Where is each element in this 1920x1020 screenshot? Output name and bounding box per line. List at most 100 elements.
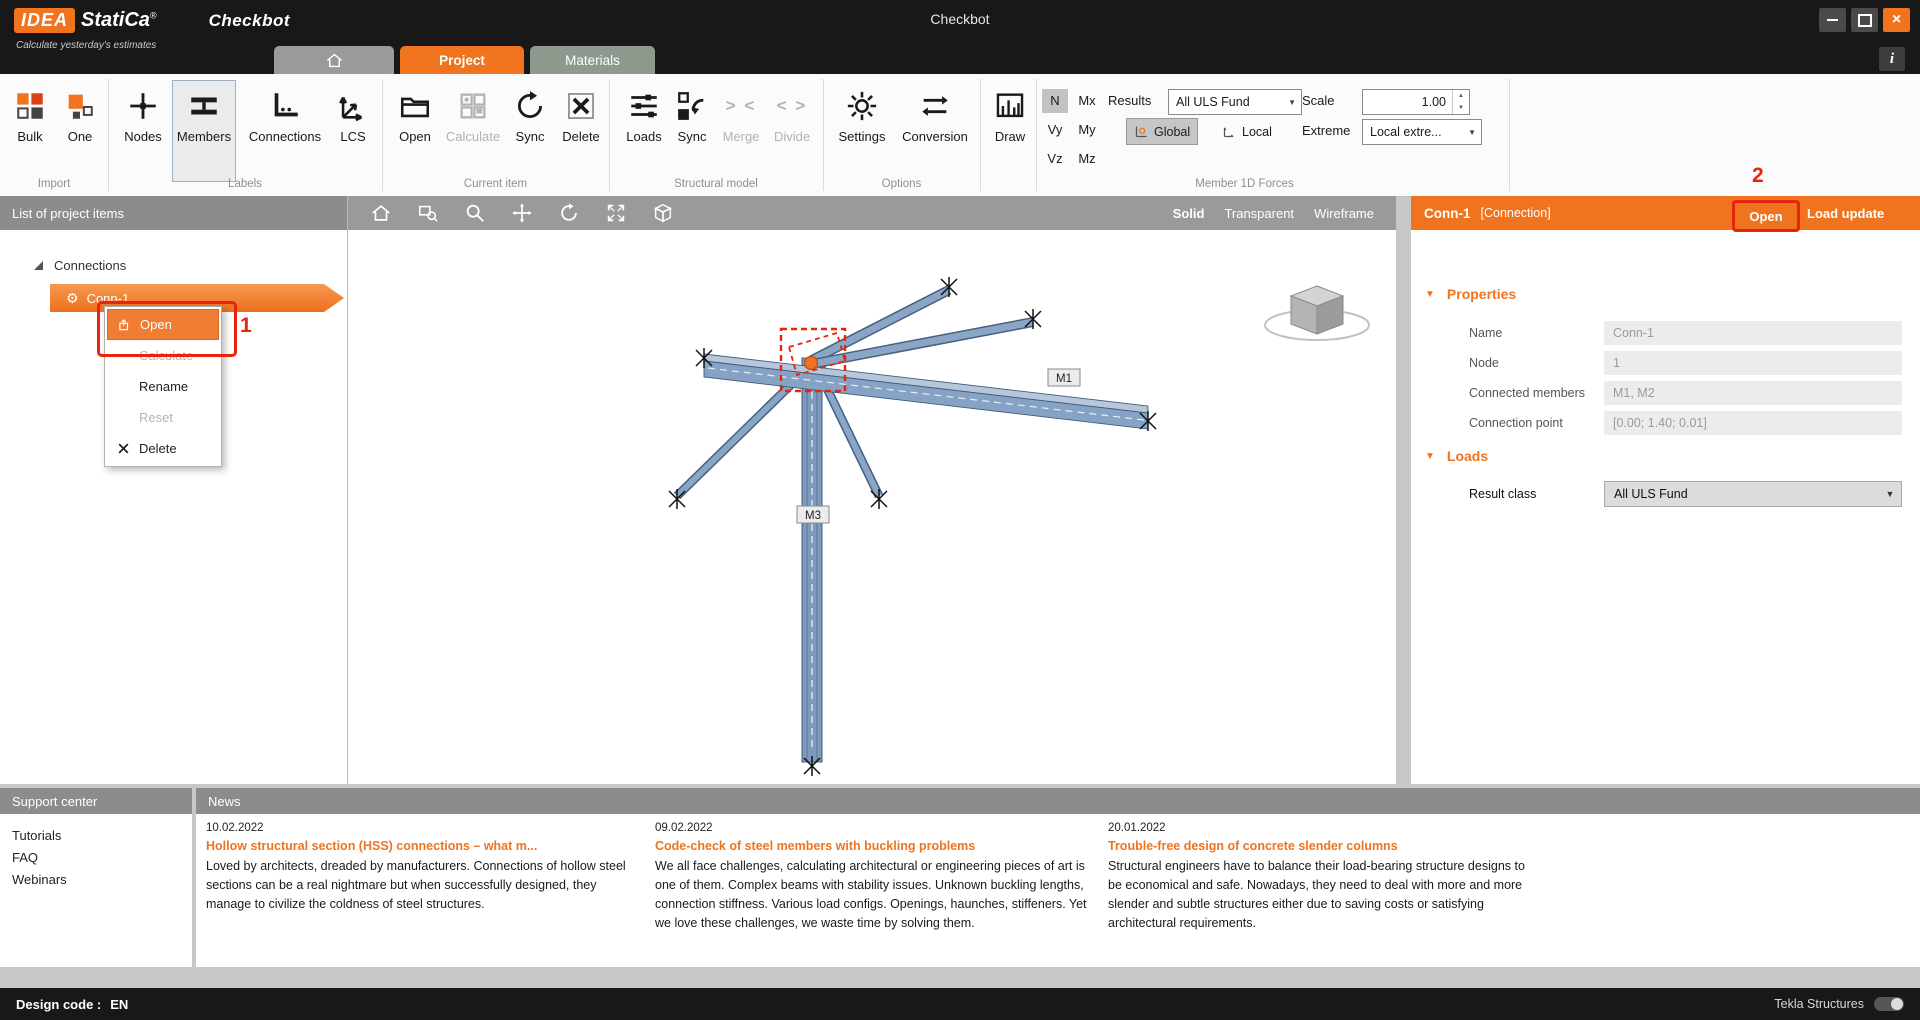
tab-project[interactable]: Project — [400, 46, 524, 74]
close-button[interactable]: × — [1883, 8, 1910, 32]
conversion-button[interactable]: Conversion — [896, 80, 974, 182]
beam-m1[interactable] — [704, 354, 1148, 429]
conversion-icon — [918, 89, 952, 123]
properties-section-header[interactable]: ▼ Properties — [1425, 286, 1516, 302]
loads-button[interactable]: Loads — [618, 80, 670, 182]
force-my-button[interactable]: My — [1072, 118, 1102, 142]
info-button[interactable]: i — [1879, 47, 1905, 71]
navigation-cube[interactable] — [1265, 286, 1369, 340]
collapse-icon[interactable]: ▼ — [1425, 451, 1435, 462]
delete-item-button[interactable]: Delete — [556, 80, 606, 182]
mode-solid[interactable]: Solid — [1173, 206, 1205, 221]
stepper-arrows[interactable]: ▲▼ — [1452, 90, 1469, 114]
callout-number-1: 1 — [240, 314, 252, 338]
bulk-import-button[interactable]: Bulk — [6, 80, 54, 182]
minimize-button[interactable] — [1819, 8, 1846, 32]
news-title[interactable]: Hollow structural section (HSS) connecti… — [206, 839, 638, 853]
stepper-up-icon[interactable]: ▲ — [1453, 90, 1469, 102]
force-mx-button[interactable]: Mx — [1072, 89, 1102, 113]
settings-button[interactable]: Settings — [832, 80, 892, 182]
link-webinars[interactable]: Webinars — [12, 872, 67, 887]
sync-item-button[interactable]: Sync — [506, 80, 554, 182]
mode-transparent[interactable]: Transparent — [1224, 206, 1294, 221]
registered-mark: ® — [150, 10, 157, 20]
lcs-toggle-button[interactable]: LCS — [330, 80, 376, 182]
force-vy-button[interactable]: Vy — [1042, 118, 1068, 142]
column-m3[interactable] — [802, 358, 822, 762]
extreme-label: Extreme — [1302, 119, 1350, 143]
context-menu-calculate-label: Calculate — [139, 348, 193, 363]
load-update-button[interactable]: Load update — [1807, 200, 1884, 226]
calculate-item-label: Calculate — [446, 130, 500, 144]
statusbar: Design code : EN Tekla Structures — [0, 988, 1920, 1020]
context-menu-rename[interactable]: Rename — [107, 371, 219, 402]
context-menu-delete[interactable]: Delete — [107, 433, 219, 464]
tree-expander-icon[interactable] — [34, 261, 43, 270]
group-label-structural-model: Structural model — [609, 174, 823, 194]
one-import-button[interactable]: One — [58, 80, 102, 182]
force-mz-button[interactable]: Mz — [1072, 147, 1102, 171]
zoom-window-icon[interactable] — [417, 202, 439, 224]
link-faq[interactable]: FAQ — [12, 850, 67, 865]
maximize-button[interactable] — [1851, 8, 1878, 32]
tekla-toggle[interactable] — [1874, 997, 1904, 1011]
nodes-label: Nodes — [124, 130, 162, 144]
stepper-down-icon[interactable]: ▼ — [1453, 102, 1469, 114]
extreme-dropdown[interactable]: Local extre... ▼ — [1362, 119, 1482, 145]
group-label-import: Import — [0, 174, 108, 194]
members-toggle-button[interactable]: Members — [172, 80, 236, 182]
local-button[interactable]: Local — [1214, 118, 1280, 145]
merge-icon: > < — [726, 89, 757, 123]
titlebar: IDEA StatiCa® Checkbot Calculate yesterd… — [0, 0, 1920, 74]
nodes-toggle-button[interactable]: Nodes — [118, 80, 168, 182]
product-name: Checkbot — [209, 11, 290, 31]
bulk-import-label: Bulk — [17, 130, 42, 144]
connected-members-label: Connected members — [1469, 381, 1585, 405]
solid-box-icon[interactable] — [652, 202, 674, 224]
tekla-structures-label: Tekla Structures — [1774, 997, 1864, 1011]
properties-section-label: Properties — [1447, 286, 1516, 302]
connection-node — [805, 357, 818, 370]
context-menu-reset: Reset — [107, 402, 219, 433]
open-item-button[interactable]: Open — [390, 80, 440, 182]
context-menu-open[interactable]: Open — [107, 309, 219, 340]
tab-home[interactable] — [274, 46, 394, 74]
force-vz-button[interactable]: Vz — [1042, 147, 1068, 171]
sync-model-button[interactable]: Sync — [668, 80, 716, 182]
global-button[interactable]: Global — [1126, 118, 1198, 145]
connections-toggle-button[interactable]: Connections — [243, 80, 327, 182]
tree-node-connections[interactable]: Connections — [34, 258, 126, 273]
results-dropdown[interactable]: All ULS Fund ▼ — [1168, 89, 1302, 115]
rotate-icon[interactable] — [558, 202, 580, 224]
divide-label: Divide — [774, 130, 810, 144]
design-code: Design code : EN — [16, 997, 128, 1012]
result-class-dropdown[interactable]: All ULS Fund ▼ — [1604, 481, 1902, 507]
calculate-item-button: Calculate — [440, 80, 506, 182]
blank-icon — [115, 379, 131, 395]
home-icon — [325, 51, 344, 70]
member-label-m3: M3 — [797, 506, 829, 523]
news-title[interactable]: Code-check of steel members with bucklin… — [655, 839, 1087, 853]
ribbon: Bulk One Nodes Members Connections LCS O… — [0, 74, 1920, 197]
brace-lower-left[interactable] — [677, 370, 806, 496]
open-connection-button[interactable]: Open — [1732, 200, 1800, 232]
tree-node-connections-label: Connections — [54, 258, 126, 273]
zoom-icon[interactable] — [464, 202, 486, 224]
force-n-button[interactable]: N — [1042, 89, 1068, 113]
member-label-m1: M1 — [1048, 369, 1080, 386]
mode-wireframe[interactable]: Wireframe — [1314, 206, 1374, 221]
zoom-fit-icon[interactable] — [605, 202, 627, 224]
draw-forces-button[interactable]: Draw — [986, 80, 1034, 182]
news-title[interactable]: Trouble-free design of concrete slender … — [1108, 839, 1540, 853]
scale-stepper[interactable]: 1.00 ▲▼ — [1362, 89, 1470, 115]
link-tutorials[interactable]: Tutorials — [12, 828, 67, 843]
loads-section-header[interactable]: ▼ Loads — [1425, 448, 1488, 464]
collapse-icon[interactable]: ▼ — [1425, 289, 1435, 300]
support-center-panel: Support center Tutorials FAQ Webinars — [0, 788, 192, 967]
pan-icon[interactable] — [511, 202, 533, 224]
loads-icon — [627, 89, 661, 123]
connections-label: Connections — [249, 130, 321, 144]
view-home-icon[interactable] — [370, 202, 392, 224]
tab-materials[interactable]: Materials — [530, 46, 655, 74]
3d-viewport[interactable]: M1 M3 — [348, 230, 1396, 784]
